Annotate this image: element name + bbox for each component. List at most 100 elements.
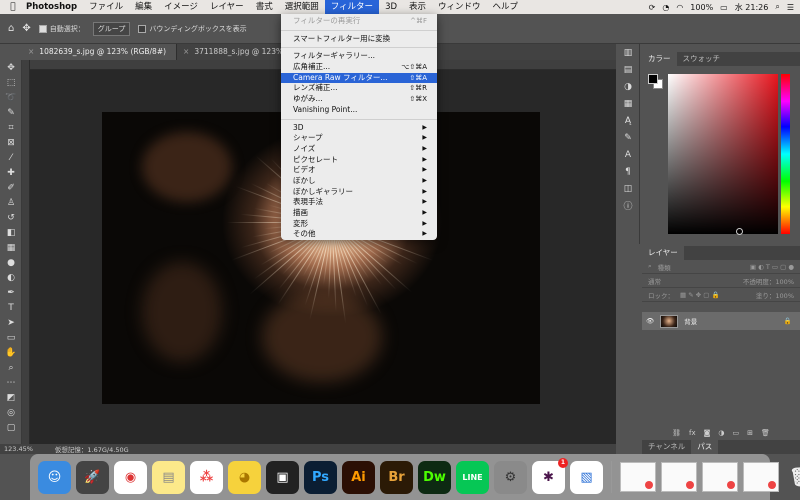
gradient-tool-icon[interactable]: ▦: [0, 240, 22, 255]
link-layers-icon[interactable]: ⛓: [672, 429, 681, 437]
brush-settings-icon[interactable]: ✎: [616, 129, 640, 146]
slack-icon[interactable]: ✱ 1: [532, 457, 568, 494]
menu-help[interactable]: ヘルプ: [487, 0, 525, 14]
menu-layer[interactable]: レイヤー: [204, 0, 250, 14]
filter-menu-item[interactable]: その他 ▶: [281, 229, 437, 240]
menu-image[interactable]: イメージ: [158, 0, 204, 14]
menu-type[interactable]: 書式: [250, 0, 279, 14]
opacity-field[interactable]: 不透明度：100%: [743, 276, 794, 286]
trash-icon[interactable]: 🗑: [761, 429, 770, 437]
search-icon[interactable]: ⌕: [775, 2, 779, 12]
layer-row-background[interactable]: 👁 背景 🔒: [642, 312, 800, 330]
recent-document-thumbnail[interactable]: [661, 462, 697, 492]
filter-menu-item[interactable]: ノイズ ▶: [281, 144, 437, 155]
zoom-tool-icon[interactable]: ⌕: [0, 360, 22, 375]
close-icon[interactable]: ×: [183, 47, 189, 56]
filter-menu-item[interactable]: ビデオ ▶: [281, 165, 437, 176]
healing-brush-tool-icon[interactable]: ✚: [0, 165, 22, 180]
preview-icon[interactable]: ▧: [570, 460, 603, 494]
apple-icon[interactable]: : [6, 2, 20, 12]
filter-menu-item[interactable]: ゆがみ... ⇧⌘X: [281, 94, 437, 105]
launchpad-icon[interactable]: 🚀: [76, 460, 109, 494]
asana-icon[interactable]: ⁂: [190, 460, 223, 494]
control-center-icon[interactable]: ☰: [787, 3, 794, 12]
frame-tool-icon[interactable]: ⊠: [0, 135, 22, 150]
filter-menu-item[interactable]: スマートフィルター用に変換: [281, 34, 437, 45]
menu-view[interactable]: 表示: [403, 0, 432, 14]
filter-icon[interactable]: ⌕: [648, 262, 652, 271]
color-swatches-icon[interactable]: ◩: [0, 390, 22, 405]
clone-stamp-tool-icon[interactable]: ♙: [0, 195, 22, 210]
memory-info[interactable]: 仮想記憶：1.67G/4.50G: [55, 444, 129, 454]
info-icon[interactable]: ⓘ: [616, 197, 640, 214]
finder-icon[interactable]: ☺: [38, 460, 71, 494]
history-icon[interactable]: ▥: [616, 44, 640, 61]
filter-menu-item[interactable]: 描画 ▶: [281, 208, 437, 219]
layer-thumbnail[interactable]: [660, 314, 679, 328]
bounding-box-checkbox[interactable]: バウンディングボックスを表示: [138, 24, 247, 34]
libraries-icon[interactable]: ▦: [616, 95, 640, 112]
dreamweaver-icon[interactable]: Dw: [418, 460, 451, 494]
tab-color[interactable]: カラー: [642, 52, 677, 66]
filter-menu-item[interactable]: 表現手法 ▶: [281, 197, 437, 208]
remote-desktop-icon[interactable]: ▣: [266, 460, 299, 494]
hue-slider[interactable]: [781, 74, 790, 234]
auto-select-checkbox[interactable]: 自動選択：: [38, 24, 85, 34]
menu-app-name[interactable]: Photoshop: [20, 0, 83, 14]
layer-mask-icon[interactable]: ◙: [704, 429, 711, 437]
recent-document-thumbnail[interactable]: [702, 462, 738, 492]
filter-menu-item[interactable]: 広角補正... ⌥⇧⌘A: [281, 62, 437, 73]
recent-document-thumbnail[interactable]: [620, 462, 656, 492]
group-icon[interactable]: ▭: [733, 429, 740, 437]
blur-tool-icon[interactable]: ●: [0, 255, 22, 270]
blend-mode-select[interactable]: 通常: [648, 276, 661, 286]
menu-3d[interactable]: 3D: [379, 0, 403, 14]
bridge-icon[interactable]: Br: [380, 460, 413, 494]
fill-field[interactable]: 塗り：100%: [756, 290, 794, 300]
filter-menu-item[interactable]: Camera Raw フィルター... ⇧⌘A: [281, 72, 437, 84]
layer-filter-select[interactable]: 種類: [658, 262, 671, 272]
layer-style-icon[interactable]: fx: [689, 429, 696, 437]
type-tool-icon[interactable]: T: [0, 300, 22, 315]
group-select[interactable]: グループ: [92, 21, 131, 36]
filter-menu-item[interactable]: ぼかし ▶: [281, 176, 437, 187]
move-tool-icon[interactable]: ✥: [0, 60, 22, 75]
filter-menu-item[interactable]: Vanishing Point...: [281, 105, 437, 116]
tab-paths[interactable]: パス: [691, 440, 719, 454]
lock-icon[interactable]: 🔒: [784, 317, 792, 325]
clock-label[interactable]: 水 21:26: [735, 2, 769, 13]
properties-icon[interactable]: ▤: [616, 61, 640, 78]
filter-menu-item[interactable]: 3D ▶: [281, 123, 437, 134]
illustrator-icon[interactable]: Ai: [342, 460, 375, 494]
foreground-color-swatch[interactable]: [648, 74, 658, 84]
visibility-eye-icon[interactable]: 👁: [646, 317, 654, 325]
marquee-tool-icon[interactable]: ⬚: [0, 75, 22, 90]
tab-layers[interactable]: レイヤー: [642, 246, 684, 260]
quick-select-tool-icon[interactable]: ✎: [0, 105, 22, 120]
sync-icon[interactable]: ⟳: [649, 3, 656, 12]
brush-tool-icon[interactable]: ✐: [0, 180, 22, 195]
close-icon[interactable]: ×: [28, 47, 34, 56]
checkbox-box[interactable]: [138, 24, 147, 33]
character-icon[interactable]: A: [616, 146, 640, 163]
wifi-icon[interactable]: ◠: [676, 3, 683, 12]
styles-icon[interactable]: ◫: [616, 180, 640, 197]
history-brush-tool-icon[interactable]: ↺: [0, 210, 22, 225]
more-tools-icon[interactable]: ⋯: [0, 375, 22, 390]
cyberduck-icon[interactable]: ◕: [228, 460, 261, 494]
battery-label[interactable]: 100%: [690, 3, 713, 12]
crop-tool-icon[interactable]: ⌗: [0, 120, 22, 135]
zoom-level[interactable]: 123.45%: [4, 445, 33, 453]
menu-select[interactable]: 選択範囲: [279, 0, 325, 14]
new-layer-icon[interactable]: ⊞: [747, 429, 753, 437]
lasso-tool-icon[interactable]: ➰: [0, 90, 22, 105]
menu-window[interactable]: ウィンドウ: [432, 0, 487, 14]
lock-icons[interactable]: ▦ ✎ ✥ ▢ 🔒: [680, 291, 720, 299]
tab-document-1[interactable]: × 1082639_s.jpg @ 123% (RGB/8#): [22, 44, 178, 60]
path-select-tool-icon[interactable]: ➤: [0, 315, 22, 330]
filter-menu-item[interactable]: フィルターギャラリー...: [281, 51, 437, 62]
eraser-tool-icon[interactable]: ◧: [0, 225, 22, 240]
color-picker-handle[interactable]: [736, 228, 743, 235]
menu-edit[interactable]: 編集: [129, 0, 158, 14]
filter-menu-item[interactable]: ピクセレート ▶: [281, 155, 437, 166]
